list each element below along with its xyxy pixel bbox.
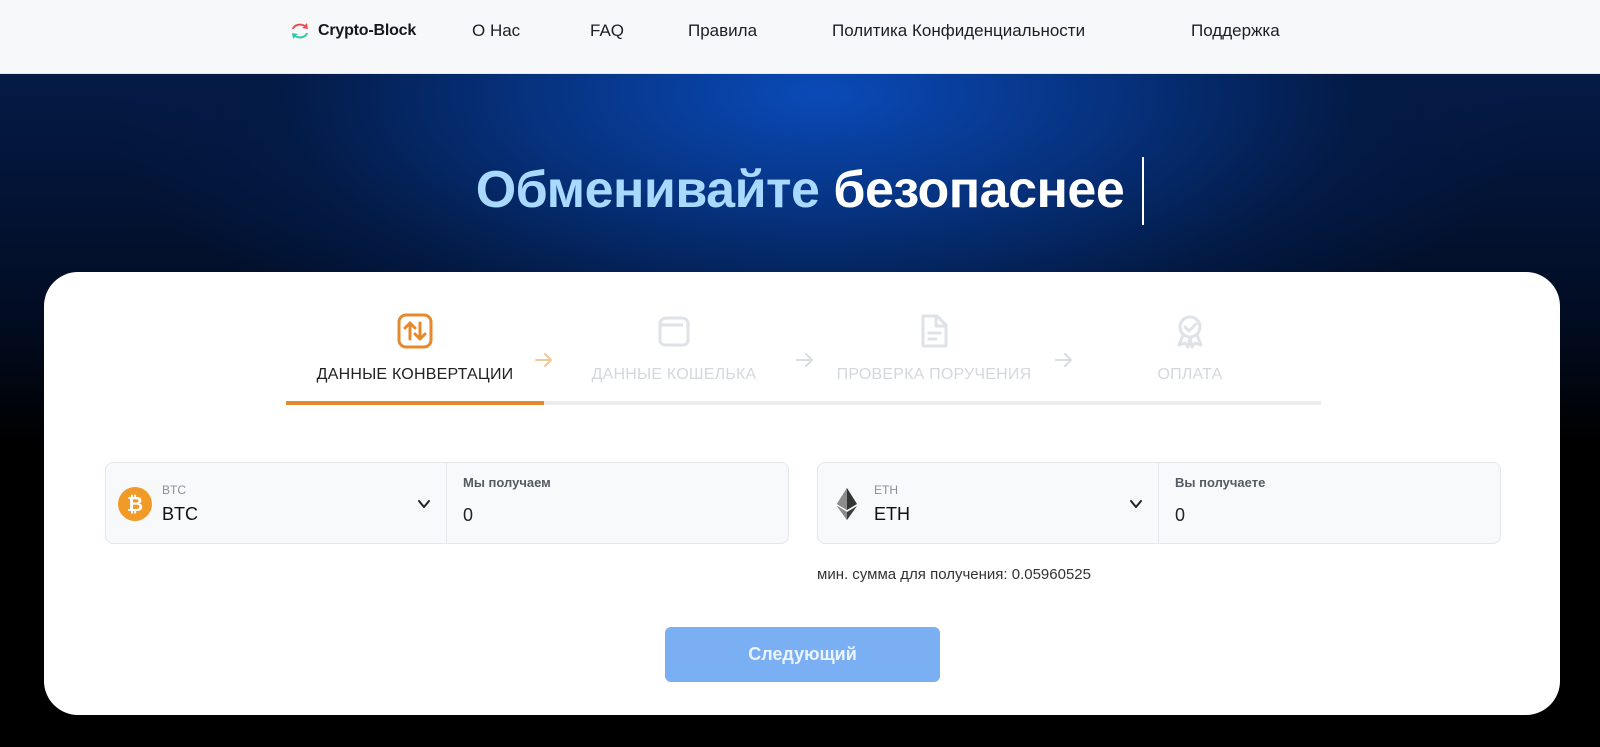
exchange-logo-icon [292,23,308,39]
step-label: ДАННЫЕ КОНВЕРТАЦИИ [316,366,514,383]
step-conversion-data[interactable]: ДАННЫЕ КОНВЕРТАЦИИ [285,312,545,384]
hero-title: Обменивайте безопаснее [0,160,1600,220]
chevron-down-icon [418,500,430,508]
badge-icon [1177,315,1203,349]
receive-amount-cell: Вы получаете [1159,463,1500,543]
receive-panel: ETH ETH Вы получаете [817,462,1501,544]
nav-privacy-policy[interactable]: Политика Конфиденциальности [832,21,1085,41]
step-label: ПРОВЕРКА ПОРУЧЕНИЯ [836,366,1032,383]
typing-caret [1142,157,1144,225]
step-label: ОПЛАТА [1157,366,1223,383]
send-coin-select[interactable]: ₿ BTC BTC [106,463,447,543]
send-coin-name: BTC [162,504,198,524]
receive-amount-label: Вы получаете [1175,475,1266,490]
step-wallet-data[interactable]: ДАННЫЕ КОШЕЛЬКА [544,312,804,384]
svg-text:₿: ₿ [127,492,143,516]
nav-about[interactable]: О Нас [472,21,520,41]
bitcoin-icon: ₿ [118,487,152,521]
brand-logo-link[interactable]: Crypto-Block [288,17,416,45]
step-label: ДАННЫЕ КОШЕЛЬКА [591,366,757,383]
send-panel: ₿ BTC BTC Мы получаем [105,462,789,544]
receive-coin-name: ETH [874,504,910,524]
swap-arrows-icon [397,313,433,349]
receive-coin-select[interactable]: ETH ETH [818,463,1159,543]
ethereum-icon [837,488,857,520]
nav-support[interactable]: Поддержка [1191,21,1280,41]
nav-rules[interactable]: Правила [688,21,757,41]
brand-name: Crypto-Block [318,22,417,39]
send-coin-code: BTC [162,483,186,497]
min-amount-note: мин. сумма для получения: 0.05960525 [817,566,1091,583]
hero-title-main: безопаснее [833,161,1125,219]
step-payment[interactable]: ОПЛАТА [1060,312,1320,384]
top-navigation-bar: Crypto-Block О Нас FAQ Правила Политика … [0,0,1600,74]
receive-coin-code: ETH [874,483,898,497]
send-amount-input[interactable] [463,501,763,529]
send-amount-cell: Мы получаем [447,463,788,543]
step-order-check[interactable]: ПРОВЕРКА ПОРУЧЕНИЯ [804,312,1064,384]
chevron-down-icon [1130,500,1142,508]
document-icon [921,314,948,348]
receive-amount-input[interactable] [1175,501,1475,529]
hero-title-highlight: Обменивайте [475,161,820,219]
nav-faq[interactable]: FAQ [590,21,624,41]
wallet-icon [658,316,690,347]
steps-progress-active [286,401,544,405]
send-amount-label: Мы получаем [463,475,551,490]
next-button[interactable]: Следующий [665,627,940,682]
